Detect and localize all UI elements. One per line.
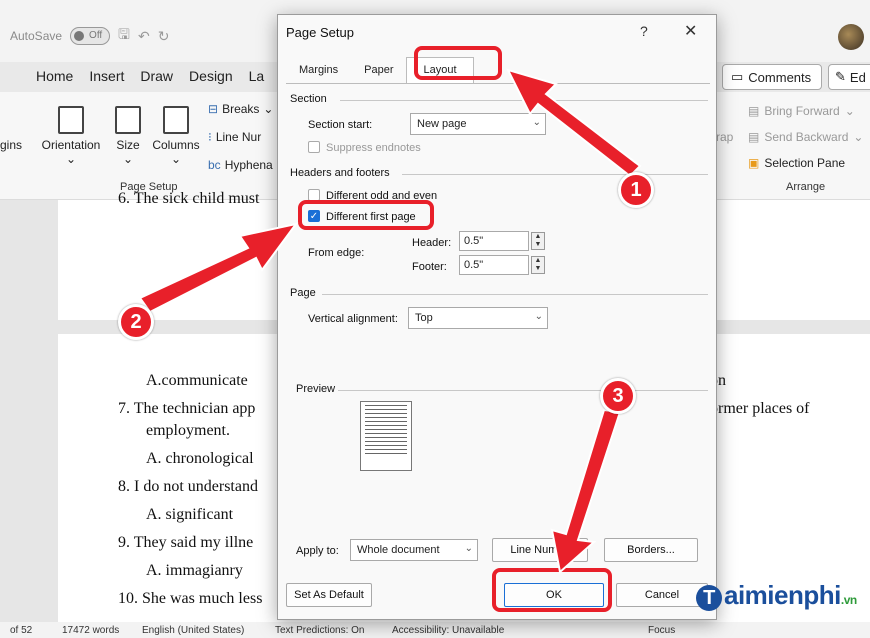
watermark-logo: Taimienphi.vn [696, 580, 857, 611]
arrow-2 [138, 222, 299, 314]
logo-t-icon: T [696, 585, 722, 611]
step-marker-1: 1 [618, 172, 654, 208]
arrow-3 [550, 408, 622, 574]
step-marker-3: 3 [600, 378, 636, 414]
arrow-1 [506, 68, 642, 178]
step-marker-2: 2 [118, 304, 154, 340]
